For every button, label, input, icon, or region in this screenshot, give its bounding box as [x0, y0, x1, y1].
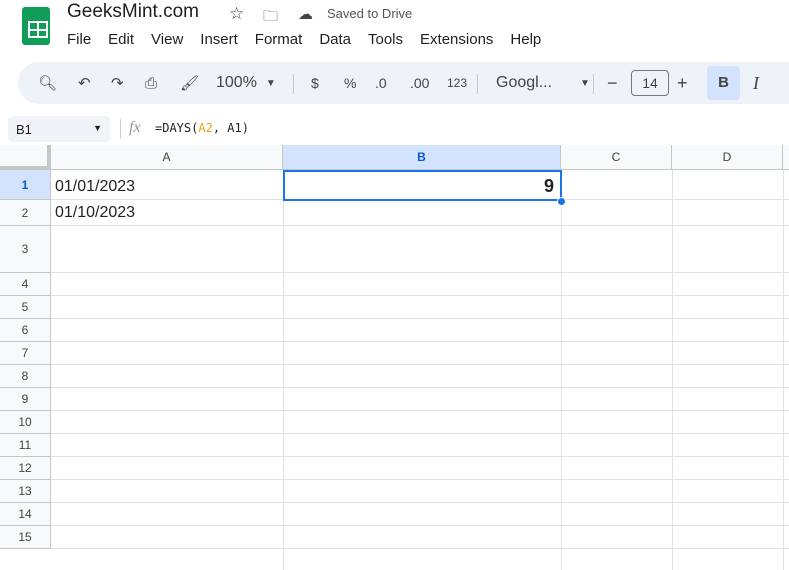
table-row: [51, 226, 789, 273]
bold-button[interactable]: B: [707, 66, 740, 100]
chevron-down-icon: ▼: [580, 77, 590, 89]
table-row: [51, 273, 789, 296]
menu-edit[interactable]: Edit: [108, 31, 134, 48]
chevron-down-icon: ▼: [93, 123, 102, 133]
column-header-d[interactable]: D: [672, 145, 783, 170]
menu-help[interactable]: Help: [510, 31, 541, 48]
table-row: [51, 480, 789, 503]
sheets-logo[interactable]: [22, 7, 50, 45]
menu-format[interactable]: Format: [255, 31, 303, 48]
formula-text: =DAYS(: [155, 121, 199, 135]
row-header-7[interactable]: 7: [0, 342, 51, 365]
table-row: [51, 296, 789, 319]
font-value: Googl...: [496, 74, 553, 91]
table-row: [51, 411, 789, 434]
fx-icon: fx: [129, 119, 141, 136]
gridline: [783, 170, 784, 570]
column-header-b[interactable]: B: [283, 145, 561, 170]
formula-input[interactable]: =DAYS(A2, A1): [155, 121, 249, 135]
cell-a1[interactable]: 01/01/2023: [55, 178, 135, 196]
formula-ref: A2: [198, 121, 213, 135]
column-header-c[interactable]: C: [561, 145, 672, 170]
star-icon[interactable]: ☆: [229, 4, 244, 24]
row-header-4[interactable]: 4: [0, 273, 51, 296]
row-header-10[interactable]: 10: [0, 411, 51, 434]
toolbar: 🔍︎ ↶ ↷ ⎙ 🖌︎ 100% ▼ $ % .0 .00 123 Googl.…: [18, 62, 789, 104]
row-header-8[interactable]: 8: [0, 365, 51, 388]
table-row: [51, 319, 789, 342]
select-all-corner[interactable]: [0, 145, 51, 170]
divider: [293, 74, 294, 94]
print-icon[interactable]: ⎙: [145, 62, 157, 104]
menu-data[interactable]: Data: [319, 31, 351, 48]
fill-handle[interactable]: [557, 197, 566, 206]
row-header-11[interactable]: 11: [0, 434, 51, 457]
divider: [477, 74, 478, 94]
row-header-15[interactable]: 15: [0, 526, 51, 549]
column-header-a[interactable]: A: [51, 145, 283, 170]
formula-text: ): [241, 121, 249, 135]
paint-format-icon[interactable]: 🖌︎: [180, 62, 199, 104]
number-format-button[interactable]: 123: [447, 62, 467, 104]
row-header-12[interactable]: 12: [0, 457, 51, 480]
cloud-saved-icon[interactable]: ☁: [298, 5, 313, 23]
menu-extensions[interactable]: Extensions: [420, 31, 493, 48]
menu-insert[interactable]: Insert: [200, 31, 238, 48]
italic-button[interactable]: I: [753, 62, 759, 104]
table-row: [51, 503, 789, 526]
menu-view[interactable]: View: [151, 31, 183, 48]
table-row: [51, 526, 789, 549]
gridline: [283, 170, 284, 570]
divider: [120, 119, 121, 139]
zoom-select[interactable]: 100% ▼: [216, 62, 276, 104]
menu-tools[interactable]: Tools: [368, 31, 403, 48]
gridline: [672, 170, 673, 570]
row-header-14[interactable]: 14: [0, 503, 51, 526]
table-row: [51, 434, 789, 457]
row-header-5[interactable]: 5: [0, 296, 51, 319]
cell-a2[interactable]: 01/10/2023: [55, 204, 135, 222]
name-box-value: B1: [16, 122, 32, 137]
font-size-increase-button[interactable]: +: [677, 62, 688, 104]
font-size-decrease-button[interactable]: −: [607, 62, 618, 104]
table-row: [51, 388, 789, 411]
increase-decimal-button[interactable]: .00: [410, 62, 429, 104]
column-header-e[interactable]: [783, 145, 789, 170]
currency-button[interactable]: $: [311, 62, 319, 104]
divider: [593, 74, 594, 94]
move-folder-icon[interactable]: 🗀: [263, 6, 278, 31]
document-title[interactable]: GeeksMint.com: [67, 1, 199, 23]
formula-text: ,: [212, 121, 228, 135]
table-row: [51, 365, 789, 388]
decrease-decimal-button[interactable]: .0: [375, 62, 387, 104]
zoom-value: 100%: [216, 74, 257, 91]
table-row: [51, 342, 789, 365]
row-header-6[interactable]: 6: [0, 319, 51, 342]
search-icon[interactable]: 🔍︎: [38, 62, 57, 104]
chevron-down-icon: ▼: [265, 77, 276, 89]
row-header-13[interactable]: 13: [0, 480, 51, 503]
font-select[interactable]: Googl... ▼: [496, 62, 590, 104]
undo-icon[interactable]: ↶: [78, 62, 91, 104]
save-status: Saved to Drive: [327, 6, 413, 21]
menu-bar: File Edit View Insert Format Data Tools …: [67, 31, 558, 48]
percent-button[interactable]: %: [344, 62, 356, 104]
formula-ref: A1: [227, 121, 242, 135]
row-header-3[interactable]: 3: [0, 226, 51, 273]
formula-bar: B1 ▼ fx =DAYS(A2, A1): [0, 114, 789, 144]
font-size-input[interactable]: 14: [631, 70, 669, 96]
gridline: [561, 170, 562, 570]
menu-file[interactable]: File: [67, 31, 91, 48]
name-box[interactable]: B1 ▼: [8, 116, 110, 142]
row-header-1[interactable]: 1: [0, 170, 51, 200]
spreadsheet-grid: A B C D 1 2 3 4 5 6 7 8 9 10 11 12 13 14 15 01/01/2023…: [0, 145, 789, 570]
table-row: [51, 457, 789, 480]
selected-cell-outline: [283, 170, 562, 201]
redo-icon[interactable]: ↷: [111, 62, 124, 104]
table-row: [51, 200, 789, 226]
row-header-9[interactable]: 9: [0, 388, 51, 411]
row-header-2[interactable]: 2: [0, 200, 51, 226]
